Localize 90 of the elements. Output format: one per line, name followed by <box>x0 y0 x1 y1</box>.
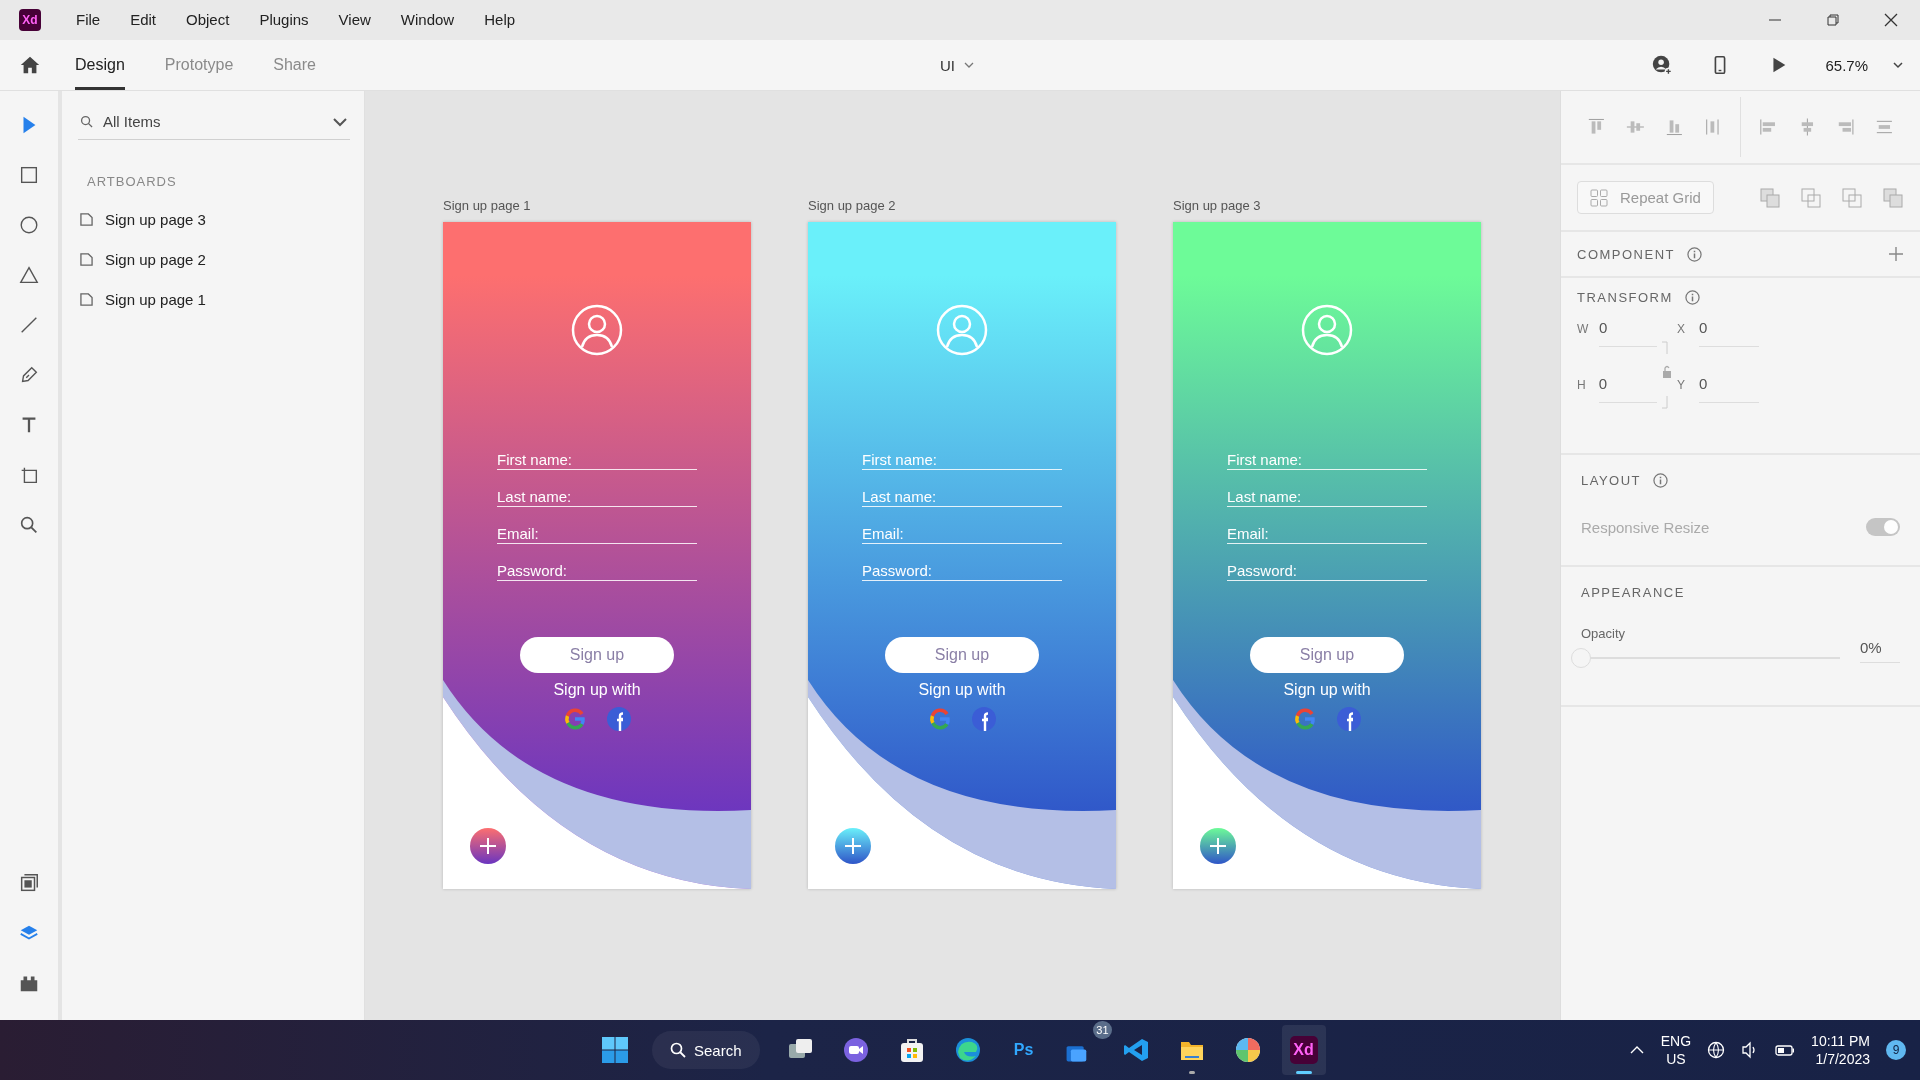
opacity-field[interactable]: 0% <box>1860 639 1900 663</box>
menu-item[interactable]: Help <box>469 0 531 40</box>
artboard-title[interactable]: Sign up page 3 <box>1173 198 1481 214</box>
zoom-icon[interactable] <box>18 514 40 536</box>
user-avatar-icon <box>571 304 623 356</box>
clock-date[interactable]: 1/7/2023 <box>1815 1050 1870 1068</box>
section-heading: TRANSFORM <box>1577 290 1673 305</box>
user-avatar-icon <box>1301 304 1353 356</box>
form-field[interactable]: Last name: <box>497 477 697 507</box>
app-logo: Xd <box>19 9 41 31</box>
restore-icon[interactable] <box>1826 13 1840 27</box>
globe-icon[interactable] <box>1707 1041 1726 1059</box>
menu-item[interactable]: Edit <box>115 0 172 40</box>
user-add-icon[interactable] <box>1651 54 1674 76</box>
field-label: Y <box>1677 377 1686 392</box>
artboard-title[interactable]: Sign up page 2 <box>808 198 1116 214</box>
menu-item[interactable]: Window <box>385 0 470 40</box>
notification-badge[interactable]: 9 <box>1886 1040 1906 1060</box>
search-button[interactable]: Search <box>652 1031 760 1069</box>
artboard-layer[interactable]: Sign up page 3 <box>78 199 350 239</box>
triangle-icon[interactable] <box>18 264 40 286</box>
g-logo-icon[interactable] <box>928 707 952 731</box>
assets-icon[interactable] <box>18 872 40 894</box>
form-field[interactable]: First name: <box>497 440 697 470</box>
document-title[interactable]: UI <box>940 56 955 74</box>
menu-item[interactable]: Plugins <box>244 0 324 40</box>
plus-icon <box>843 836 863 856</box>
menu-item[interactable]: Object <box>171 0 245 40</box>
info-icon[interactable] <box>1687 246 1702 262</box>
form-field[interactable]: Email: <box>497 514 697 544</box>
page-icon <box>80 292 93 306</box>
section-heading: APPEARANCE <box>1581 585 1685 600</box>
artboard-layer[interactable]: Sign up page 2 <box>78 239 350 279</box>
video-camera-icon[interactable] <box>841 1036 870 1064</box>
search-icon <box>80 115 93 128</box>
g-logo-icon[interactable] <box>1293 707 1317 731</box>
field-label: W <box>1577 321 1587 336</box>
color-wheel-icon[interactable] <box>1233 1036 1262 1064</box>
sign-up-button[interactable]: Sign up <box>885 637 1039 673</box>
ps-app-icon[interactable]: Ps <box>1009 1036 1038 1064</box>
number-field[interactable]: 0 <box>1699 319 1759 347</box>
section-heading: ARTBOARDS <box>87 174 178 189</box>
slider-label: Opacity <box>1581 626 1627 641</box>
clock-time[interactable]: 10:11 PM <box>1811 1032 1870 1050</box>
circle-icon[interactable] <box>18 214 40 236</box>
region-indicator[interactable]: US <box>1666 1050 1686 1068</box>
home-icon[interactable] <box>19 54 41 76</box>
social-label: Sign up with <box>918 681 1006 699</box>
sign-up-button[interactable]: Sign up <box>1250 637 1404 673</box>
field-label: H <box>1577 377 1587 392</box>
f-logo-icon[interactable] <box>607 707 631 731</box>
code-editor-icon[interactable] <box>1121 1036 1150 1064</box>
start-button[interactable] <box>600 1035 630 1065</box>
number-field[interactable]: 0 <box>1699 375 1759 403</box>
plus-icon <box>478 836 498 856</box>
f-logo-icon[interactable] <box>972 707 996 731</box>
g-logo-icon[interactable] <box>563 707 587 731</box>
slider-thumb[interactable] <box>1571 648 1591 668</box>
sign-up-button[interactable]: Sign up <box>520 637 674 673</box>
artboard-layer[interactable]: Sign up page 1 <box>78 279 350 319</box>
browser-icon[interactable] <box>953 1036 982 1064</box>
info-icon[interactable] <box>1684 290 1700 305</box>
chevron-down-icon[interactable] <box>1892 59 1904 71</box>
notification-badge: 31 <box>1093 1021 1112 1039</box>
page-icon <box>80 212 93 226</box>
close-icon[interactable] <box>1884 13 1898 27</box>
number-field[interactable]: 0 <box>1598 375 1657 403</box>
f-logo-icon[interactable] <box>1337 707 1361 731</box>
filter-dropdown[interactable]: All Items <box>78 104 350 140</box>
number-field[interactable]: 0 <box>1599 319 1657 347</box>
field-label: X <box>1677 321 1686 336</box>
info-icon[interactable] <box>1653 473 1669 488</box>
social-label: Sign up with <box>553 681 641 699</box>
social-label: Sign up with <box>1283 681 1371 699</box>
toggle-label: Responsive Resize <box>1581 518 1710 536</box>
search-icon <box>670 1042 686 1058</box>
menu-item[interactable]: View <box>323 0 386 40</box>
section-heading: LAYOUT <box>1581 473 1642 488</box>
menu-item[interactable]: File <box>61 0 116 40</box>
section-heading: COMPONENT <box>1577 246 1675 262</box>
zoom-level[interactable]: 65.7% <box>1825 56 1868 74</box>
xd-app-icon[interactable]: Xd <box>1289 1036 1318 1064</box>
plus-icon <box>1208 836 1228 856</box>
language-indicator[interactable]: ENG <box>1660 1032 1692 1050</box>
grid-icon <box>1590 188 1608 207</box>
user-avatar-icon <box>936 304 988 356</box>
rectangle-icon[interactable] <box>18 164 40 186</box>
form-field[interactable]: Password: <box>497 551 697 581</box>
artboard-title[interactable]: Sign up page 1 <box>443 198 751 214</box>
page-icon <box>80 252 93 266</box>
